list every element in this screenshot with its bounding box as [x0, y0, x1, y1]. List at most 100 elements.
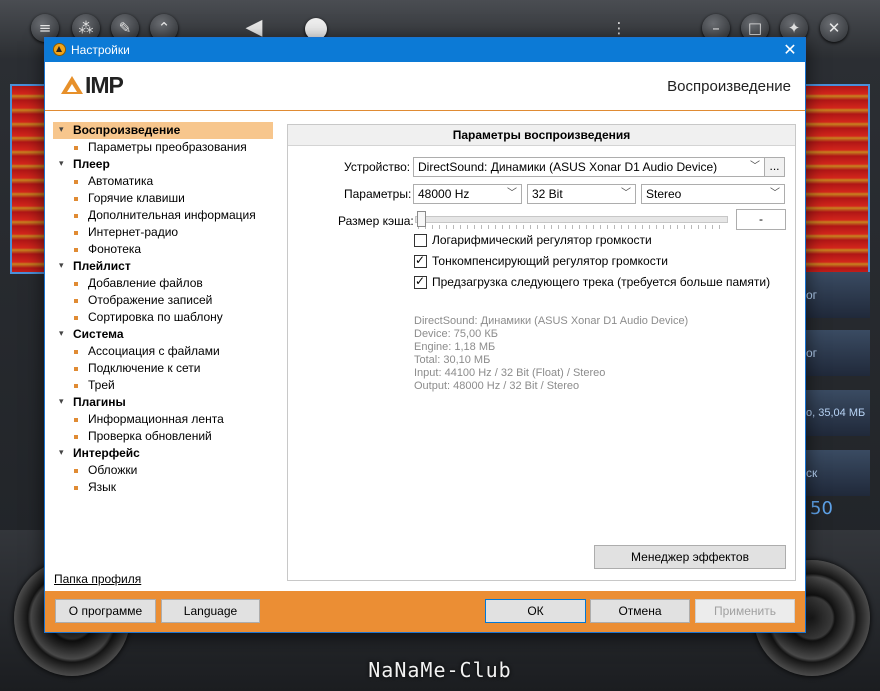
tree-item[interactable]: Ассоциация с файлами: [53, 343, 275, 360]
side-text-2: ог: [800, 330, 870, 376]
check-icon: ✓: [415, 274, 426, 288]
tree-label: Ассоциация с файлами: [88, 344, 220, 358]
tree-label: Язык: [88, 480, 117, 494]
tree-label: Параметры преобразования: [88, 140, 247, 154]
checkbox[interactable]: ✓: [414, 253, 427, 268]
tree-item[interactable]: Обложки: [53, 462, 275, 479]
bullet-icon: [74, 146, 78, 150]
tree-group[interactable]: ▾ Воспроизведение: [53, 122, 273, 139]
tree-item[interactable]: Дополнительная информация: [53, 207, 275, 224]
cache-size-value: -: [736, 209, 786, 230]
tree-label: Плагины: [73, 395, 126, 409]
checkbox[interactable]: [414, 234, 427, 247]
checkbox[interactable]: ✓: [414, 274, 427, 289]
tree-label: Система: [73, 327, 124, 341]
tree-item[interactable]: Язык: [53, 479, 275, 496]
about-button[interactable]: О программе: [55, 599, 156, 623]
device-value: DirectSound: Динамики (ASUS Xonar D1 Aud…: [418, 160, 718, 174]
tree-item[interactable]: Трей: [53, 377, 275, 394]
panel-header: Параметры воспроизведения: [288, 125, 795, 146]
side-text-1: ог: [800, 272, 870, 318]
counter-display: 50: [810, 498, 833, 519]
tree-label: Плейлист: [73, 259, 131, 273]
dialog-footer: О программе Language ОК Отмена Применить: [45, 591, 805, 632]
sample-rate-select[interactable]: 48000 Hz ﹀: [413, 184, 522, 204]
tree-label: Подключение к сети: [88, 361, 201, 375]
bullet-icon: [74, 231, 78, 235]
tree-label: Отображение записей: [88, 293, 213, 307]
device-select[interactable]: DirectSound: Динамики (ASUS Xonar D1 Aud…: [413, 157, 765, 177]
tree-item[interactable]: Отображение записей: [53, 292, 275, 309]
cache-size-slider[interactable]: [415, 216, 728, 223]
tree-label: Горячие клавиши: [88, 191, 185, 205]
cache-slider-ticks: [418, 225, 725, 229]
watermark-logo: NaNaMe-Club: [368, 658, 512, 682]
tree-group[interactable]: ▾ Система: [53, 326, 275, 343]
effects-manager-button[interactable]: Менеджер эффектов: [594, 545, 786, 569]
info-line: Total: 30,10 МБ: [414, 354, 491, 366]
params-label: Параметры:: [344, 187, 412, 201]
chevron-down-icon: ﹀: [621, 188, 631, 199]
bullet-icon: [74, 435, 78, 439]
sample-rate-value: 48000 Hz: [418, 187, 470, 201]
tree-item[interactable]: Добавление файлов: [53, 275, 275, 292]
bullet-icon: [74, 282, 78, 286]
tree-item[interactable]: Проверка обновлений: [53, 428, 275, 445]
checkbox-label[interactable]: Логарифмический регулятор громкости: [432, 233, 652, 247]
cache-slider-thumb[interactable]: [417, 211, 426, 227]
tree-item[interactable]: Подключение к сети: [53, 360, 275, 377]
bullet-icon: [74, 469, 78, 473]
expand-chevron-icon[interactable]: ▾: [59, 445, 64, 462]
tree-label: Воспроизведение: [73, 123, 181, 137]
channels-value: Stereo: [646, 187, 682, 201]
dialog-header: IMP Воспроизведение: [45, 62, 805, 111]
tree-label: Интерфейс: [73, 446, 140, 460]
tree-group[interactable]: ▾ Плеер: [53, 156, 275, 173]
expand-chevron-icon[interactable]: ▾: [59, 258, 64, 275]
expand-chevron-icon[interactable]: ▾: [59, 156, 64, 173]
cache-size-label: Размер кэша:: [338, 214, 414, 228]
tree-item[interactable]: Параметры преобразования: [53, 139, 275, 156]
tree-item[interactable]: Автоматика: [53, 173, 275, 190]
tree-item[interactable]: Горячие клавиши: [53, 190, 275, 207]
apply-button[interactable]: Применить: [695, 599, 795, 623]
tree-label: Обложки: [88, 463, 138, 477]
expand-chevron-icon[interactable]: ▾: [59, 326, 64, 343]
tree-label: Добавление файлов: [88, 276, 203, 290]
tree-item[interactable]: Информационная лента: [53, 411, 275, 428]
expand-chevron-icon[interactable]: ▾: [59, 394, 64, 411]
close-icon[interactable]: ✕: [775, 38, 805, 62]
tree-item[interactable]: Фонотека: [53, 241, 275, 258]
tree-item[interactable]: Сортировка по шаблону: [53, 309, 275, 326]
bullet-icon: [74, 418, 78, 422]
device-more-button[interactable]: ...: [764, 157, 785, 177]
ok-button[interactable]: ОК: [485, 599, 586, 623]
bit-depth-value: 32 Bit: [532, 187, 563, 201]
close-player-icon[interactable]: ✕: [820, 14, 848, 42]
checkbox-label[interactable]: Тонкомпенсирующий регулятор громкости: [432, 254, 668, 268]
tree-group[interactable]: ▾ Плейлист: [53, 258, 275, 275]
tree-group[interactable]: ▾ Интерфейс: [53, 445, 275, 462]
expand-chevron-icon[interactable]: ▾: [59, 122, 64, 139]
tree-label: Плеер: [73, 157, 110, 171]
profile-folder-link[interactable]: Папка профиля: [54, 572, 141, 586]
checkbox-label[interactable]: Предзагрузка следующего трека (требуется…: [432, 275, 770, 289]
bullet-icon: [74, 214, 78, 218]
tree-group[interactable]: ▾ Плагины: [53, 394, 275, 411]
section-title: Воспроизведение: [667, 78, 791, 95]
tree-label: Автоматика: [88, 174, 154, 188]
tree-label: Фонотека: [88, 242, 142, 256]
chevron-down-icon: ﹀: [770, 188, 780, 199]
device-info: DirectSound: Динамики (ASUS Xonar D1 Aud…: [414, 315, 688, 393]
cancel-button[interactable]: Отмена: [590, 599, 690, 623]
language-button[interactable]: Language: [161, 599, 260, 623]
settings-tree: ▾ Воспроизведение Параметры преобразования…: [53, 122, 275, 496]
bullet-icon: [74, 486, 78, 490]
info-line: Device: 75,00 КБ: [414, 328, 498, 340]
bit-depth-select[interactable]: 32 Bit ﹀: [527, 184, 636, 204]
tree-label: Дополнительная информация: [88, 208, 256, 222]
channels-select[interactable]: Stereo ﹀: [641, 184, 785, 204]
tree-item[interactable]: Интернет-радио: [53, 224, 275, 241]
dialog-title: Настройки: [71, 43, 130, 57]
tree-label: Проверка обновлений: [88, 429, 212, 443]
